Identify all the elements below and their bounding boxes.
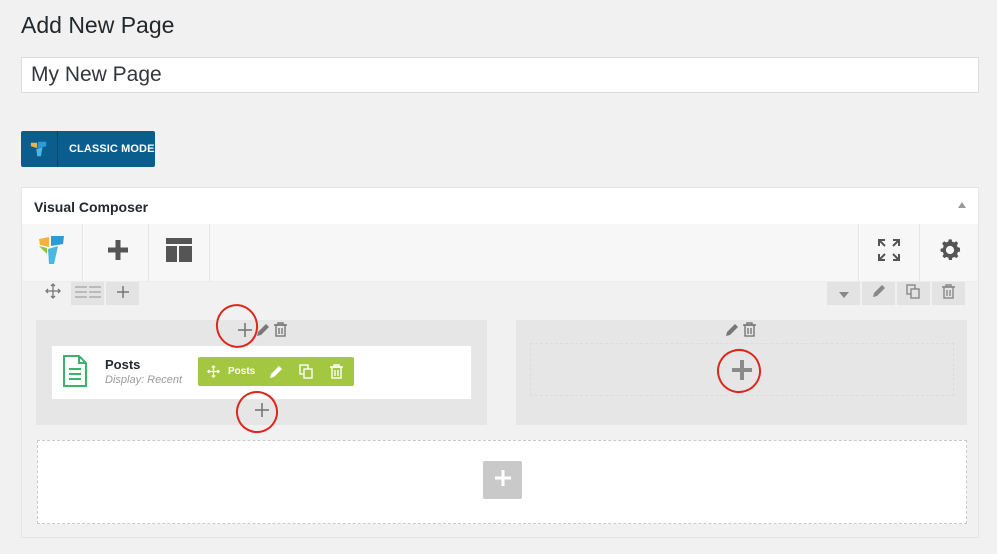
row-toggle-button[interactable] (827, 282, 860, 305)
trash-icon (942, 283, 955, 304)
gear-icon (937, 237, 963, 268)
vc-logo-icon (21, 131, 58, 167)
row-edit-button[interactable] (862, 282, 895, 305)
column-2-edit-button[interactable] (725, 323, 739, 342)
vc-logo-icon (37, 234, 67, 271)
fullscreen-icon (877, 238, 901, 267)
document-icon (62, 355, 88, 392)
classic-mode-label: CLASSIC MODE (69, 143, 155, 155)
pencil-icon (872, 284, 886, 303)
row-clone-button[interactable] (897, 282, 930, 305)
layout-icon (74, 285, 101, 303)
composer-toolbar (22, 224, 978, 282)
settings-button[interactable] (919, 224, 980, 281)
fullscreen-button[interactable] (858, 224, 919, 281)
element-move-handle[interactable] (198, 357, 228, 386)
element-title: Posts (105, 357, 141, 372)
element-delete-button[interactable] (321, 357, 351, 386)
add-row-button[interactable] (483, 461, 522, 499)
column-1-delete-button[interactable] (274, 322, 287, 342)
move-icon (44, 283, 61, 304)
page-title-input[interactable] (21, 57, 979, 93)
column-2-controls (725, 322, 756, 342)
plus-icon (116, 285, 129, 303)
element-controls-label: Posts (228, 366, 256, 377)
templates-button[interactable] (149, 224, 210, 281)
clone-icon (906, 283, 921, 304)
panel-header: Visual Composer (22, 188, 978, 225)
row-move-handle[interactable] (36, 282, 69, 305)
row-layout-button[interactable] (71, 282, 104, 305)
row-controls-right (827, 282, 967, 305)
chevron-down-icon (838, 285, 849, 303)
column-2-delete-button[interactable] (743, 322, 756, 342)
collapse-toggle-icon[interactable] (958, 202, 966, 208)
add-row-area (37, 440, 967, 524)
visual-composer-panel: Visual Composer Posts Display: Recent Po… (21, 187, 979, 538)
panel-title: Visual Composer (34, 199, 149, 215)
plus-icon (494, 469, 511, 491)
element-clone-button[interactable] (291, 357, 321, 386)
vc-logo-button[interactable] (22, 224, 83, 281)
row-controls-left (36, 282, 141, 305)
composer-body: Posts Display: Recent Posts (22, 282, 978, 537)
classic-mode-button[interactable]: CLASSIC MODE (21, 131, 155, 167)
element-controls: Posts (198, 357, 354, 386)
element-description: Display: Recent (105, 374, 183, 386)
add-element-button[interactable] (88, 224, 149, 281)
row-add-column-button[interactable] (106, 282, 139, 305)
templates-icon (166, 238, 192, 267)
add-element-icon (107, 239, 129, 266)
page-title: Add New Page (21, 12, 175, 38)
element-edit-button[interactable] (261, 357, 291, 386)
row-delete-button[interactable] (932, 282, 965, 305)
